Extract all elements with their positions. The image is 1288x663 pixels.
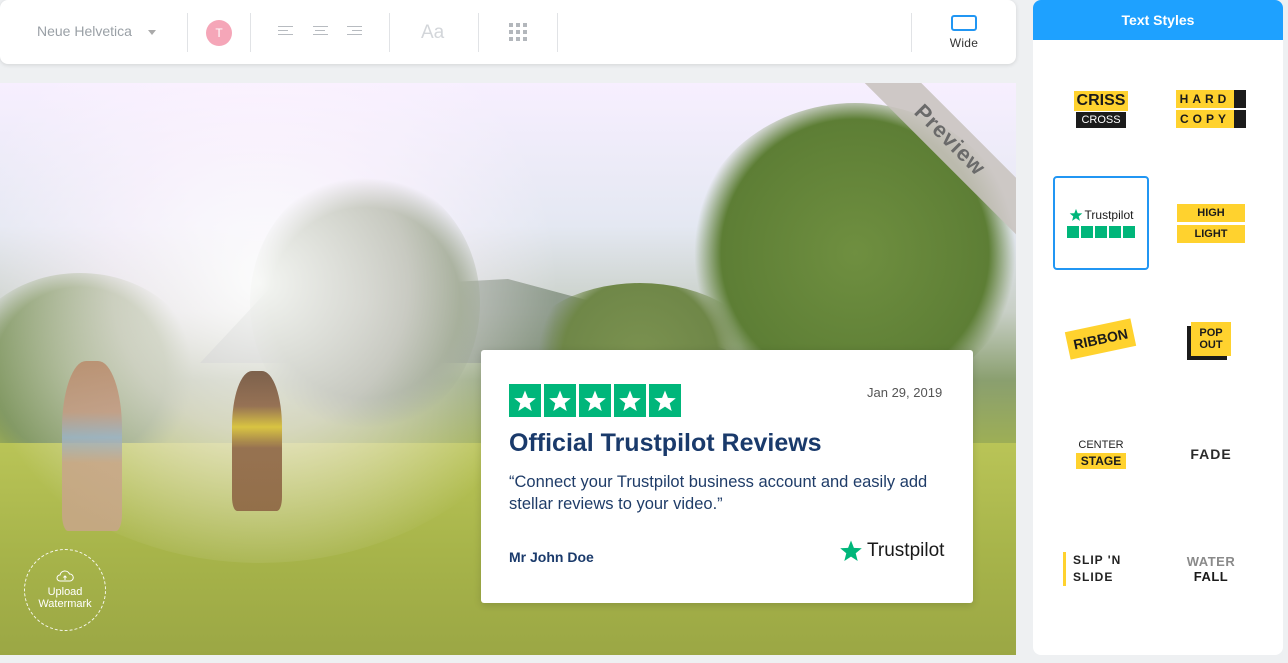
style-criss-cross[interactable]: CRISS CROSS [1053,62,1149,156]
text-style-button[interactable]: Aa [421,22,444,44]
divider [389,13,390,52]
review-author: Mr John Doe [509,549,594,565]
star-icon [544,384,576,417]
align-center-icon[interactable] [313,26,328,38]
style-line1: WATER [1186,554,1236,569]
watermark-line1: Upload [47,586,83,598]
trustpilot-star-icon [1069,208,1082,221]
star-icon [1067,226,1079,238]
review-quote: “Connect your Trustpilot business accoun… [509,473,928,513]
video-preview: Preview Upload Watermark Jan 29, 2019 Of… [0,83,1016,655]
style-hard-copy[interactable]: HARD COPY [1163,62,1259,156]
style-line1: HARD [1175,90,1247,108]
align-left-icon[interactable] [278,26,293,38]
style-stars [1067,226,1135,238]
grid-icon[interactable] [509,23,527,41]
cloud-upload-icon [56,570,74,582]
style-line2: STAGE [1075,453,1127,469]
child-figure [62,361,122,531]
chevron-down-icon[interactable] [148,30,156,35]
style-fade[interactable]: FADE [1163,407,1259,501]
style-line1: CRISS [1073,90,1129,111]
wide-label: Wide [949,36,979,50]
divider [250,13,251,52]
panel-title: Text Styles [1033,0,1283,40]
watermark-line2: Watermark [38,598,92,610]
style-line2: CROSS [1076,111,1126,128]
trustpilot-star-icon [840,540,862,561]
style-pop-out-box: POP OUT [1191,322,1231,356]
star-icon [1081,226,1093,238]
style-line2: FALL [1193,569,1229,584]
style-center-stage[interactable]: CENTER STAGE [1053,407,1149,501]
text-color-button[interactable]: T [206,20,232,46]
star-icon [1109,226,1121,238]
style-slip-n-slide[interactable]: SLIP 'N SLIDE [1053,522,1149,616]
style-line2: LIGHT [1177,224,1245,243]
wide-layout-icon [951,15,977,31]
font-family-select[interactable]: Neue Helvetica [37,23,132,39]
style-water-fall[interactable]: WATER FALL [1163,522,1259,616]
style-line2: COPY [1175,110,1246,128]
style-high-light[interactable]: HIGH LIGHT [1163,176,1259,270]
style-line1: POP [1199,327,1223,339]
style-line1: HIGH [1177,203,1245,222]
divider [478,13,479,52]
style-line1: FADE [1190,446,1232,462]
star-icon [579,384,611,417]
review-title: Official Trustpilot Reviews [509,429,822,457]
review-card[interactable]: Jan 29, 2019 Official Trustpilot Reviews… [481,350,973,603]
style-line2: SLIDE [1073,570,1114,584]
divider [187,13,188,52]
style-pop-out[interactable]: POP OUT [1163,292,1259,386]
star-icon [509,384,541,417]
star-icon [1123,226,1135,238]
star-icon [649,384,681,417]
star-icon [614,384,646,417]
align-right-icon[interactable] [347,26,362,38]
style-line2: OUT [1199,339,1223,351]
wide-layout-button[interactable]: Wide [936,12,992,56]
style-slip-box: SLIP 'N SLIDE [1063,552,1121,586]
child-figure [232,371,282,511]
trustpilot-logo: Trustpilot [839,539,944,563]
style-line1: Trustpilot [1084,208,1134,222]
style-line1: CENTER [1078,439,1124,451]
divider [911,13,912,52]
star-rating [509,384,681,417]
style-trustpilot[interactable]: Trustpilot [1053,176,1149,270]
style-line1: RIBBON [1065,318,1137,360]
divider [557,13,558,52]
editor-toolbar: Neue Helvetica T Aa Wide [0,0,1016,64]
text-styles-panel: Text Styles CRISS CROSS HARD COPY Trustp… [1033,0,1283,655]
trustpilot-brand-text: Trustpilot [867,540,945,561]
upload-watermark-button[interactable]: Upload Watermark [24,549,106,631]
review-date: Jan 29, 2019 [867,385,943,400]
star-icon [1095,226,1107,238]
style-trustpilot-logo: Trustpilot [1069,208,1134,222]
style-ribbon[interactable]: RIBBON [1053,292,1149,386]
style-line1: SLIP 'N [1073,553,1122,567]
